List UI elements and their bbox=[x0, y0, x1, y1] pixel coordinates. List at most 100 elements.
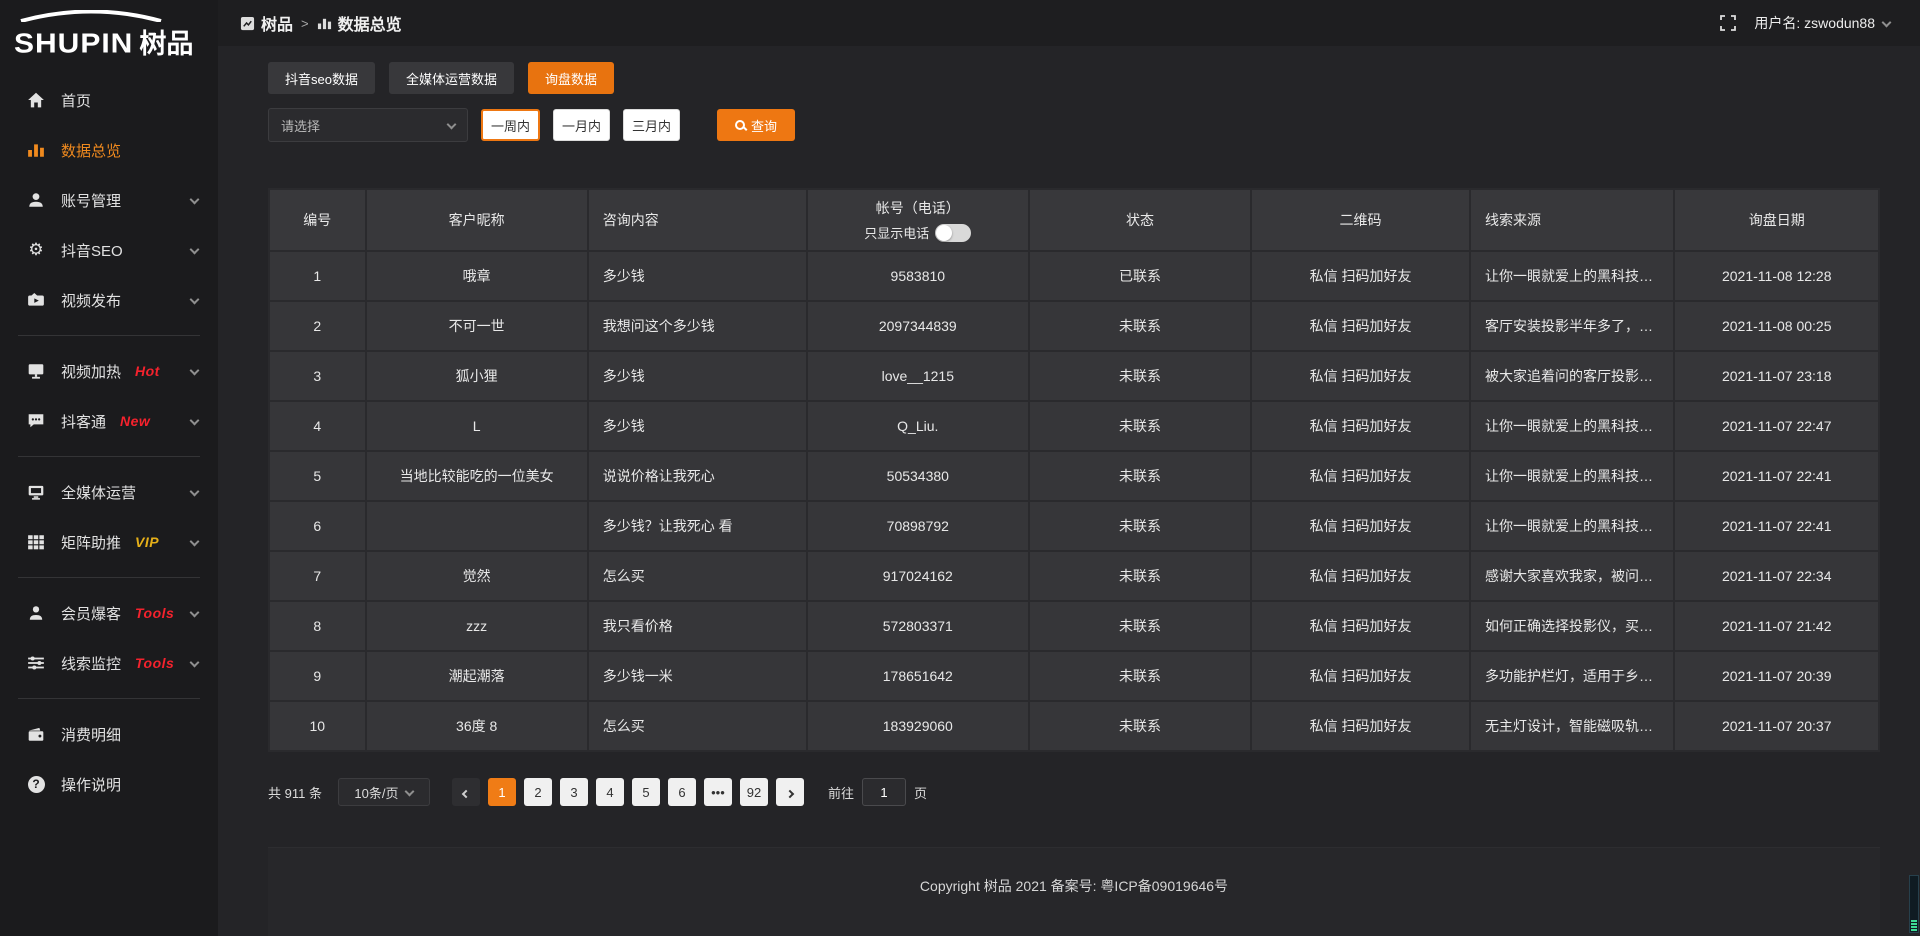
chevron-down-icon bbox=[190, 486, 200, 496]
qrcode-links[interactable]: 私信 扫码加好友 bbox=[1251, 501, 1470, 551]
sidebar-item-video-publish[interactable]: 视频发布 bbox=[0, 275, 218, 325]
page-button-1[interactable]: 1 bbox=[488, 778, 516, 806]
cell-nickname: 哦章 bbox=[366, 251, 588, 301]
sidebar-item-video-heat[interactable]: 视频加热 Hot bbox=[0, 346, 218, 396]
source-link[interactable]: 多功能护栏灯，适用于乡村文... bbox=[1470, 651, 1674, 701]
menu-divider bbox=[18, 335, 200, 336]
cell-account: 50534380 bbox=[807, 451, 1029, 501]
source-link[interactable]: 感谢大家喜欢我家，被问了好... bbox=[1470, 551, 1674, 601]
qrcode-links[interactable]: 私信 扫码加好友 bbox=[1251, 451, 1470, 501]
col-header-account: 帐号（电话） 只显示电话 bbox=[807, 189, 1029, 251]
col-header-nickname: 客户昵称 bbox=[366, 189, 588, 251]
breadcrumb-current[interactable]: 数据总览 bbox=[317, 11, 402, 35]
qrcode-links[interactable]: 私信 扫码加好友 bbox=[1251, 701, 1470, 751]
col-header-content: 咨询内容 bbox=[588, 189, 807, 251]
query-button-label: 查询 bbox=[751, 116, 777, 135]
source-link[interactable]: 被大家追着问的客厅投影分享... bbox=[1470, 351, 1674, 401]
goto-label: 前往 bbox=[828, 783, 854, 802]
tools-badge: Tools bbox=[135, 655, 174, 671]
next-page-button[interactable] bbox=[776, 778, 804, 806]
topbar: 树品 > 数据总览 用户名: zswodun88 bbox=[218, 0, 1920, 46]
search-icon bbox=[735, 120, 745, 130]
sidebar-item-douketong[interactable]: 抖客通 New bbox=[0, 396, 218, 446]
source-link[interactable]: 让你一眼就爱上的黑科技，能... bbox=[1470, 501, 1674, 551]
source-link[interactable]: 让你一眼就爱上的黑科技，能... bbox=[1470, 401, 1674, 451]
sidebar-item-label: 抖客通 bbox=[61, 411, 106, 432]
page-button-6[interactable]: 6 bbox=[668, 778, 696, 806]
period-quarter-button[interactable]: 三月内 bbox=[623, 109, 680, 141]
page-button-4[interactable]: 4 bbox=[596, 778, 624, 806]
period-month-button[interactable]: 一月内 bbox=[553, 109, 610, 141]
hot-badge: Hot bbox=[135, 363, 160, 379]
chevron-down-icon bbox=[190, 536, 200, 546]
source-link[interactable]: 如何正确选择投影仪，买投影... bbox=[1470, 601, 1674, 651]
source-link[interactable]: 客厅安装投影半年多了，真实... bbox=[1470, 301, 1674, 351]
bar-chart-icon bbox=[26, 140, 46, 160]
sidebar-item-consumption-detail[interactable]: 消费明细 bbox=[0, 709, 218, 759]
vip-badge: VIP bbox=[135, 534, 159, 550]
phone-only-toggle[interactable] bbox=[935, 224, 971, 242]
qrcode-links[interactable]: 私信 扫码加好友 bbox=[1251, 301, 1470, 351]
page-size-select[interactable]: 10条/页 bbox=[338, 778, 430, 806]
col-header-id: 编号 bbox=[269, 189, 366, 251]
page-button-2[interactable]: 2 bbox=[524, 778, 552, 806]
status-badge: 未联系 bbox=[1029, 301, 1251, 351]
chevron-down-icon bbox=[1882, 17, 1892, 27]
status-badge: 未联系 bbox=[1029, 351, 1251, 401]
sidebar-item-douyin-seo[interactable]: ⚙ 抖音SEO bbox=[0, 225, 218, 275]
chevron-down-icon bbox=[190, 657, 200, 667]
sidebar-item-label: 会员爆客 bbox=[61, 603, 121, 624]
goto-page: 前往 页 bbox=[828, 778, 927, 806]
cell-nickname: 觉然 bbox=[366, 551, 588, 601]
cell-id: 7 bbox=[269, 551, 366, 601]
sidebar-item-member-baoke[interactable]: 会员爆客 Tools bbox=[0, 588, 218, 638]
qrcode-links[interactable]: 私信 扫码加好友 bbox=[1251, 651, 1470, 701]
main-area: 树品 > 数据总览 用户名: zswodun88 抖音seo数据 全媒体运营数据 bbox=[218, 0, 1920, 936]
col-header-status: 状态 bbox=[1029, 189, 1251, 251]
cell-account: 572803371 bbox=[807, 601, 1029, 651]
table-row: 5 当地比较能吃的一位美女 说说价格让我死心 50534380 未联系 私信 扫… bbox=[269, 451, 1879, 501]
sidebar-item-omni-media[interactable]: 全媒体运营 bbox=[0, 467, 218, 517]
sidebar-item-matrix-boost[interactable]: 矩阵助推 VIP bbox=[0, 517, 218, 567]
chevron-down-icon bbox=[190, 294, 200, 304]
qrcode-links[interactable]: 私信 扫码加好友 bbox=[1251, 251, 1470, 301]
source-link[interactable]: 让你一眼就爱上的黑科技，能... bbox=[1470, 251, 1674, 301]
breadcrumb-root[interactable]: 树品 bbox=[240, 11, 293, 35]
period-week-button[interactable]: 一周内 bbox=[481, 109, 540, 141]
cell-date: 2021-11-08 00:25 bbox=[1674, 301, 1879, 351]
user-menu[interactable]: 用户名: zswodun88 bbox=[1754, 13, 1890, 33]
cell-date: 2021-11-07 21:42 bbox=[1674, 601, 1879, 651]
prev-page-button[interactable] bbox=[452, 778, 480, 806]
qrcode-links[interactable]: 私信 扫码加好友 bbox=[1251, 401, 1470, 451]
page-button-3[interactable]: 3 bbox=[560, 778, 588, 806]
source-link[interactable]: 让你一眼就爱上的黑科技，能... bbox=[1470, 451, 1674, 501]
cell-date: 2021-11-07 22:41 bbox=[1674, 501, 1879, 551]
sidebar-item-home[interactable]: 首页 bbox=[0, 75, 218, 125]
cell-nickname: 不可一世 bbox=[366, 301, 588, 351]
fullscreen-icon[interactable] bbox=[1720, 15, 1736, 31]
qrcode-links[interactable]: 私信 扫码加好友 bbox=[1251, 601, 1470, 651]
page-ellipsis-button[interactable]: ••• bbox=[704, 778, 732, 806]
account-select[interactable]: 请选择 bbox=[268, 108, 468, 142]
data-tabs: 抖音seo数据 全媒体运营数据 询盘数据 bbox=[268, 62, 1880, 94]
logo-text-en: SHUPIN bbox=[14, 28, 133, 59]
app-window: SHUPIN 树品 首页 数据总览 账号管理 bbox=[0, 0, 1920, 936]
page-button-92[interactable]: 92 bbox=[740, 778, 768, 806]
table-row: 2 不可一世 我想问这个多少钱 2097344839 未联系 私信 扫码加好友 … bbox=[269, 301, 1879, 351]
source-link[interactable]: 无主灯设计，智能磁吸轨道灯... bbox=[1470, 701, 1674, 751]
qrcode-links[interactable]: 私信 扫码加好友 bbox=[1251, 551, 1470, 601]
sidebar-item-instructions[interactable]: ? 操作说明 bbox=[0, 759, 218, 809]
tab-douyin-seo-data[interactable]: 抖音seo数据 bbox=[268, 62, 375, 94]
page-button-5[interactable]: 5 bbox=[632, 778, 660, 806]
query-button[interactable]: 查询 bbox=[717, 109, 795, 141]
gear-icon: ⚙ bbox=[26, 240, 46, 260]
sidebar-item-lead-monitor[interactable]: 线索监控 Tools bbox=[0, 638, 218, 688]
sidebar-item-account-management[interactable]: 账号管理 bbox=[0, 175, 218, 225]
chevron-down-icon bbox=[190, 415, 200, 425]
sidebar-item-data-overview[interactable]: 数据总览 bbox=[0, 125, 218, 175]
qrcode-links[interactable]: 私信 扫码加好友 bbox=[1251, 351, 1470, 401]
goto-page-input[interactable] bbox=[862, 778, 906, 806]
tab-inquiry-data[interactable]: 询盘数据 bbox=[528, 62, 614, 94]
cell-date: 2021-11-07 20:39 bbox=[1674, 651, 1879, 701]
tab-omni-media-data[interactable]: 全媒体运营数据 bbox=[389, 62, 514, 94]
